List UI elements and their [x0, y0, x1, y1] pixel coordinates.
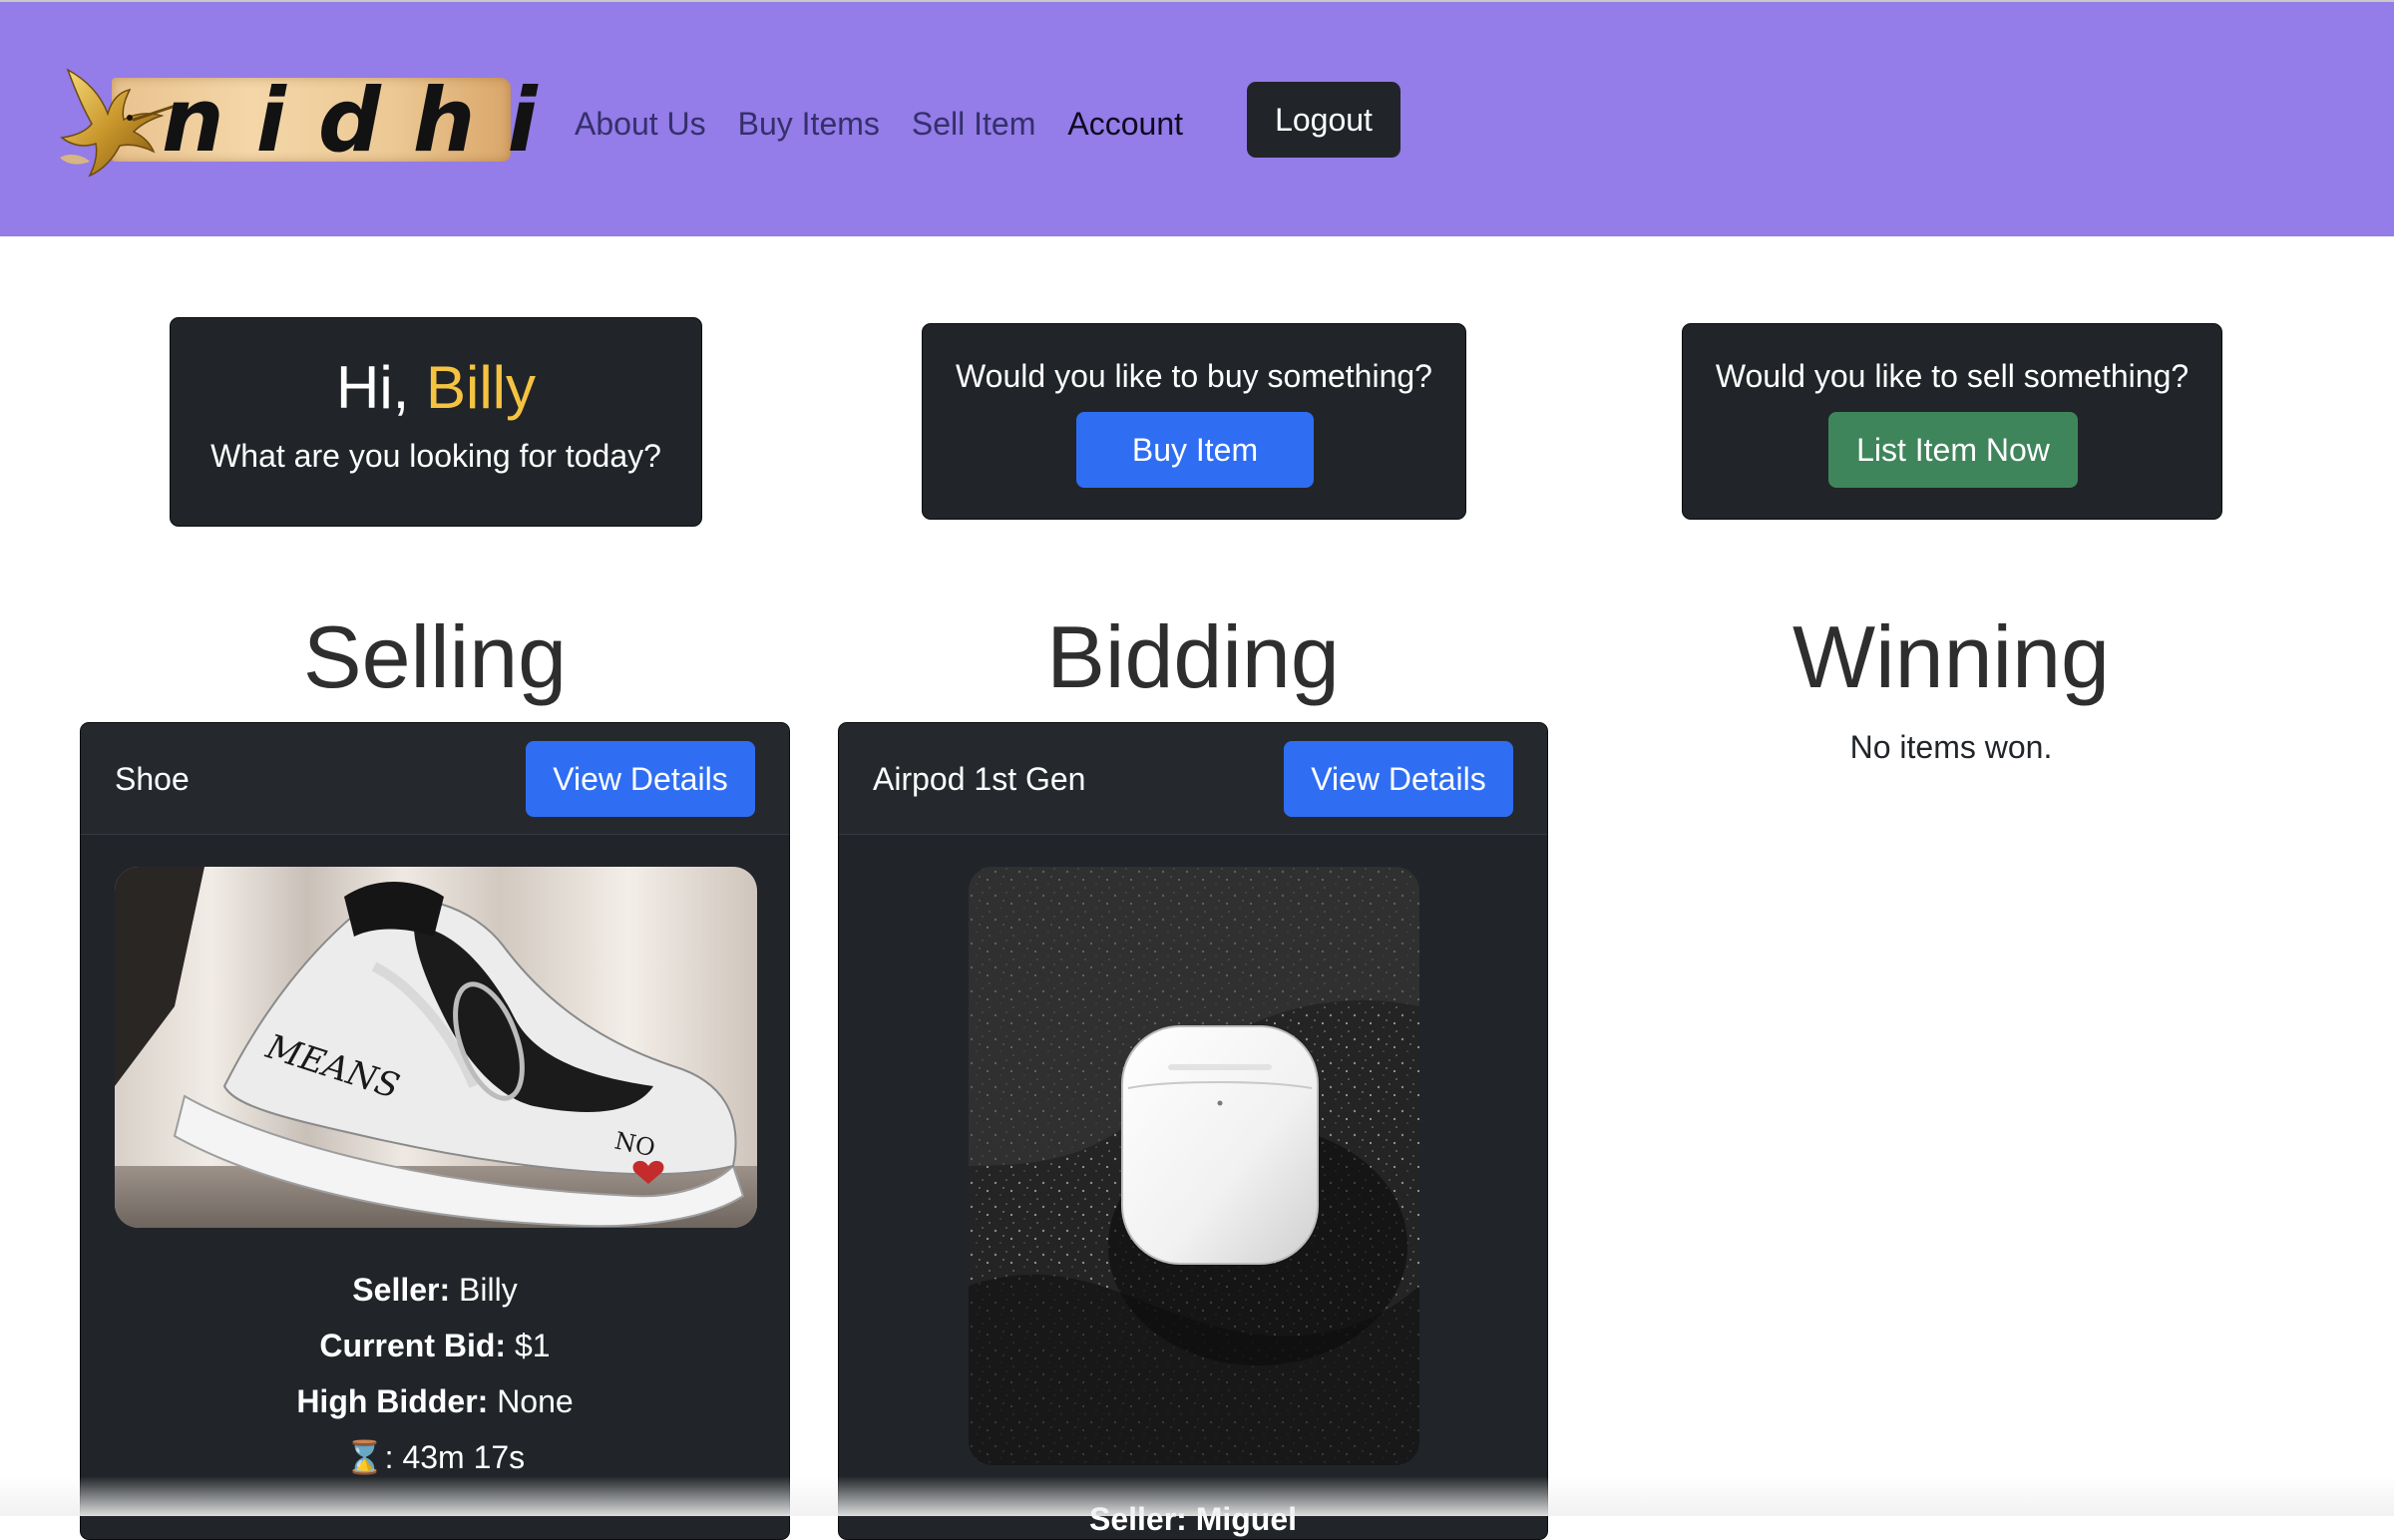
nav-link-about-us[interactable]: About Us	[575, 106, 706, 143]
current-bid-value: $1	[514, 1328, 551, 1363]
brand-logo[interactable]: nidhi	[50, 62, 538, 182]
view-details-button[interactable]: View Details	[1284, 741, 1513, 817]
nav-link-buy-items[interactable]: Buy Items	[738, 106, 880, 143]
seller-row: Seller: Billy	[81, 1262, 789, 1318]
high-bidder-label: High Bidder:	[296, 1383, 489, 1419]
shoe-photo: MEANS NO	[115, 867, 757, 1228]
item-card-header: Shoe View Details	[81, 723, 789, 835]
bidding-item-card: Airpod 1st Gen View Details Seller: Migu…	[838, 722, 1548, 1540]
nav-link-account[interactable]: Account	[1067, 106, 1183, 143]
buy-prompt-card: Would you like to buy something? Buy Ite…	[922, 323, 1466, 520]
greeting-title: Hi, Billy	[171, 352, 701, 424]
airpod-image	[969, 867, 1419, 1465]
winning-heading: Winning	[1793, 607, 2110, 706]
hourglass-icon: ⌛:	[344, 1439, 394, 1475]
seller-value: Billy	[459, 1272, 518, 1308]
time-left-value: 43m 17s	[402, 1439, 526, 1475]
buy-prompt-text: Would you like to buy something?	[956, 358, 1432, 394]
logout-button[interactable]: Logout	[1247, 82, 1400, 158]
selling-item-card: Shoe View Details MEANS NO Seller: Billy…	[80, 722, 790, 1540]
shoe-image: MEANS NO	[115, 867, 757, 1228]
high-bidder-row: High Bidder: None	[81, 1373, 789, 1429]
nav-link-sell-item[interactable]: Sell Item	[912, 106, 1035, 143]
greeting-card: Hi, Billy What are you looking for today…	[170, 317, 702, 527]
navbar: nidhi About Us Buy Items Sell Item Accou…	[0, 0, 2394, 236]
brand-wordmark: nidhi	[162, 69, 570, 172]
seller-label: Seller:	[352, 1272, 451, 1308]
list-item-now-button[interactable]: List Item Now	[1828, 412, 2078, 488]
item-name: Airpod 1st Gen	[873, 761, 1086, 797]
high-bidder-value: None	[497, 1383, 574, 1419]
sell-prompt-text: Would you like to sell something?	[1715, 358, 2190, 394]
buy-item-button[interactable]: Buy Item	[1076, 412, 1314, 488]
time-left-row: ⌛: 43m 17s	[81, 1429, 789, 1485]
sell-prompt-card: Would you like to sell something? List I…	[1682, 323, 2222, 520]
winning-empty-message: No items won.	[1849, 729, 2053, 765]
airpod-photo	[969, 867, 1419, 1465]
greeting-subtitle: What are you looking for today?	[210, 438, 661, 474]
bidding-heading: Bidding	[1046, 607, 1340, 706]
selling-heading: Selling	[302, 607, 568, 706]
greeting-hi: Hi,	[335, 354, 410, 421]
current-bid-row: Current Bid: $1	[81, 1318, 789, 1373]
item-details: Seller: Billy Current Bid: $1 High Bidde…	[81, 1262, 789, 1485]
current-bid-label: Current Bid:	[319, 1328, 507, 1363]
greeting-user-name: Billy	[426, 354, 537, 421]
item-name: Shoe	[115, 761, 190, 797]
nav-links: About Us Buy Items Sell Item Account	[575, 100, 1215, 148]
view-details-button[interactable]: View Details	[526, 741, 755, 817]
item-card-header: Airpod 1st Gen View Details	[839, 723, 1547, 835]
hummingbird-icon	[60, 68, 178, 178]
